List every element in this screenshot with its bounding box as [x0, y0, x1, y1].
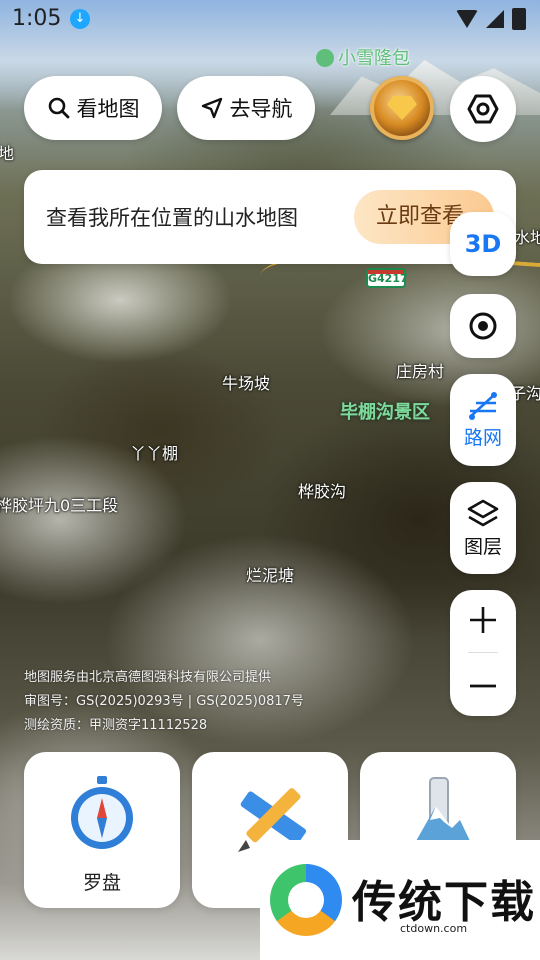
compass-tool-card[interactable]: 罗盘	[24, 752, 180, 908]
plus-icon	[470, 607, 496, 633]
locate-icon	[469, 312, 497, 340]
map-label-place-3: 丫丫棚	[130, 444, 179, 463]
credits-line-1: 地图服务由北京高德图强科技有限公司提供	[24, 670, 272, 685]
battery-icon	[512, 8, 526, 30]
road-network-icon	[469, 391, 497, 420]
map-label-scenic-area[interactable]: 毕棚沟景区	[340, 398, 430, 424]
view-map-label: 看地图	[76, 97, 140, 121]
search-icon	[48, 97, 69, 119]
signal-icon	[486, 10, 504, 28]
road-network-label: 路网	[463, 426, 502, 449]
compass-label: 罗盘	[82, 872, 121, 894]
status-bar: 1:05 ↓	[0, 0, 540, 38]
watermark-url: ctdown.com	[400, 922, 468, 935]
zoom-control	[450, 590, 516, 716]
watermark-logo-icon	[270, 864, 342, 936]
credits-line-3: 测绘资质：甲测资字11112528	[24, 718, 208, 733]
zoom-divider	[468, 652, 498, 653]
map-label-right-edge-top: 水地	[514, 228, 540, 247]
road-network-button[interactable]: 路网	[450, 374, 516, 466]
map-label-place-4: 桦胶沟	[298, 482, 347, 501]
layers-button[interactable]: 图层	[450, 482, 516, 574]
download-icon: ↓	[70, 9, 90, 29]
layers-icon	[467, 499, 499, 526]
wifi-icon	[456, 10, 478, 28]
map-label-place-1: 牛场坡	[222, 374, 271, 393]
locate-button[interactable]	[450, 294, 516, 358]
mode-3d-button[interactable]: 3D	[450, 212, 516, 276]
map-label-place-2: 庄房村	[396, 362, 445, 381]
navigate-label: 去导航	[229, 97, 293, 121]
highway-shield: G4217	[366, 268, 408, 288]
watermark-title: 传统下载	[352, 877, 536, 928]
diamond-icon	[387, 96, 417, 120]
map-label-road-section: 桦胶坪九0三工段	[0, 496, 119, 515]
zoom-out-button[interactable]	[450, 656, 516, 716]
navigate-button[interactable]: 去导航	[177, 76, 315, 140]
credits-line-2: 审图号：GS(2025)0293号 | GS(2025)0817号	[24, 694, 304, 709]
settings-button[interactable]	[450, 76, 516, 142]
zoom-in-button[interactable]	[450, 590, 516, 650]
minus-icon	[470, 684, 496, 688]
system-icons	[456, 8, 526, 30]
compass-icon	[71, 776, 133, 849]
layers-label: 图层	[463, 535, 502, 558]
status-time: 1:05	[12, 6, 62, 31]
map-label-place-5: 烂泥塘	[246, 566, 295, 585]
banner-text: 查看我所在位置的山水地图	[46, 206, 298, 230]
view-map-button[interactable]: 看地图	[24, 76, 162, 140]
pin-icon	[316, 49, 334, 67]
watermark: 传统下载 ctdown.com	[260, 840, 540, 960]
location-banner[interactable]: 查看我所在位置的山水地图 立即查看	[24, 170, 516, 264]
map-credits: 地图服务由北京高德图强科技有限公司提供 审图号：GS(2025)0293号 | …	[24, 666, 304, 738]
mode-3d-label: 3D	[464, 230, 502, 258]
gear-icon	[467, 94, 499, 124]
vip-badge-button[interactable]	[370, 76, 434, 140]
map-label-poi-top[interactable]: 小雪隆包	[316, 44, 410, 70]
map-label-left-edge: 地	[0, 144, 15, 163]
navigation-arrow-icon	[201, 97, 222, 119]
